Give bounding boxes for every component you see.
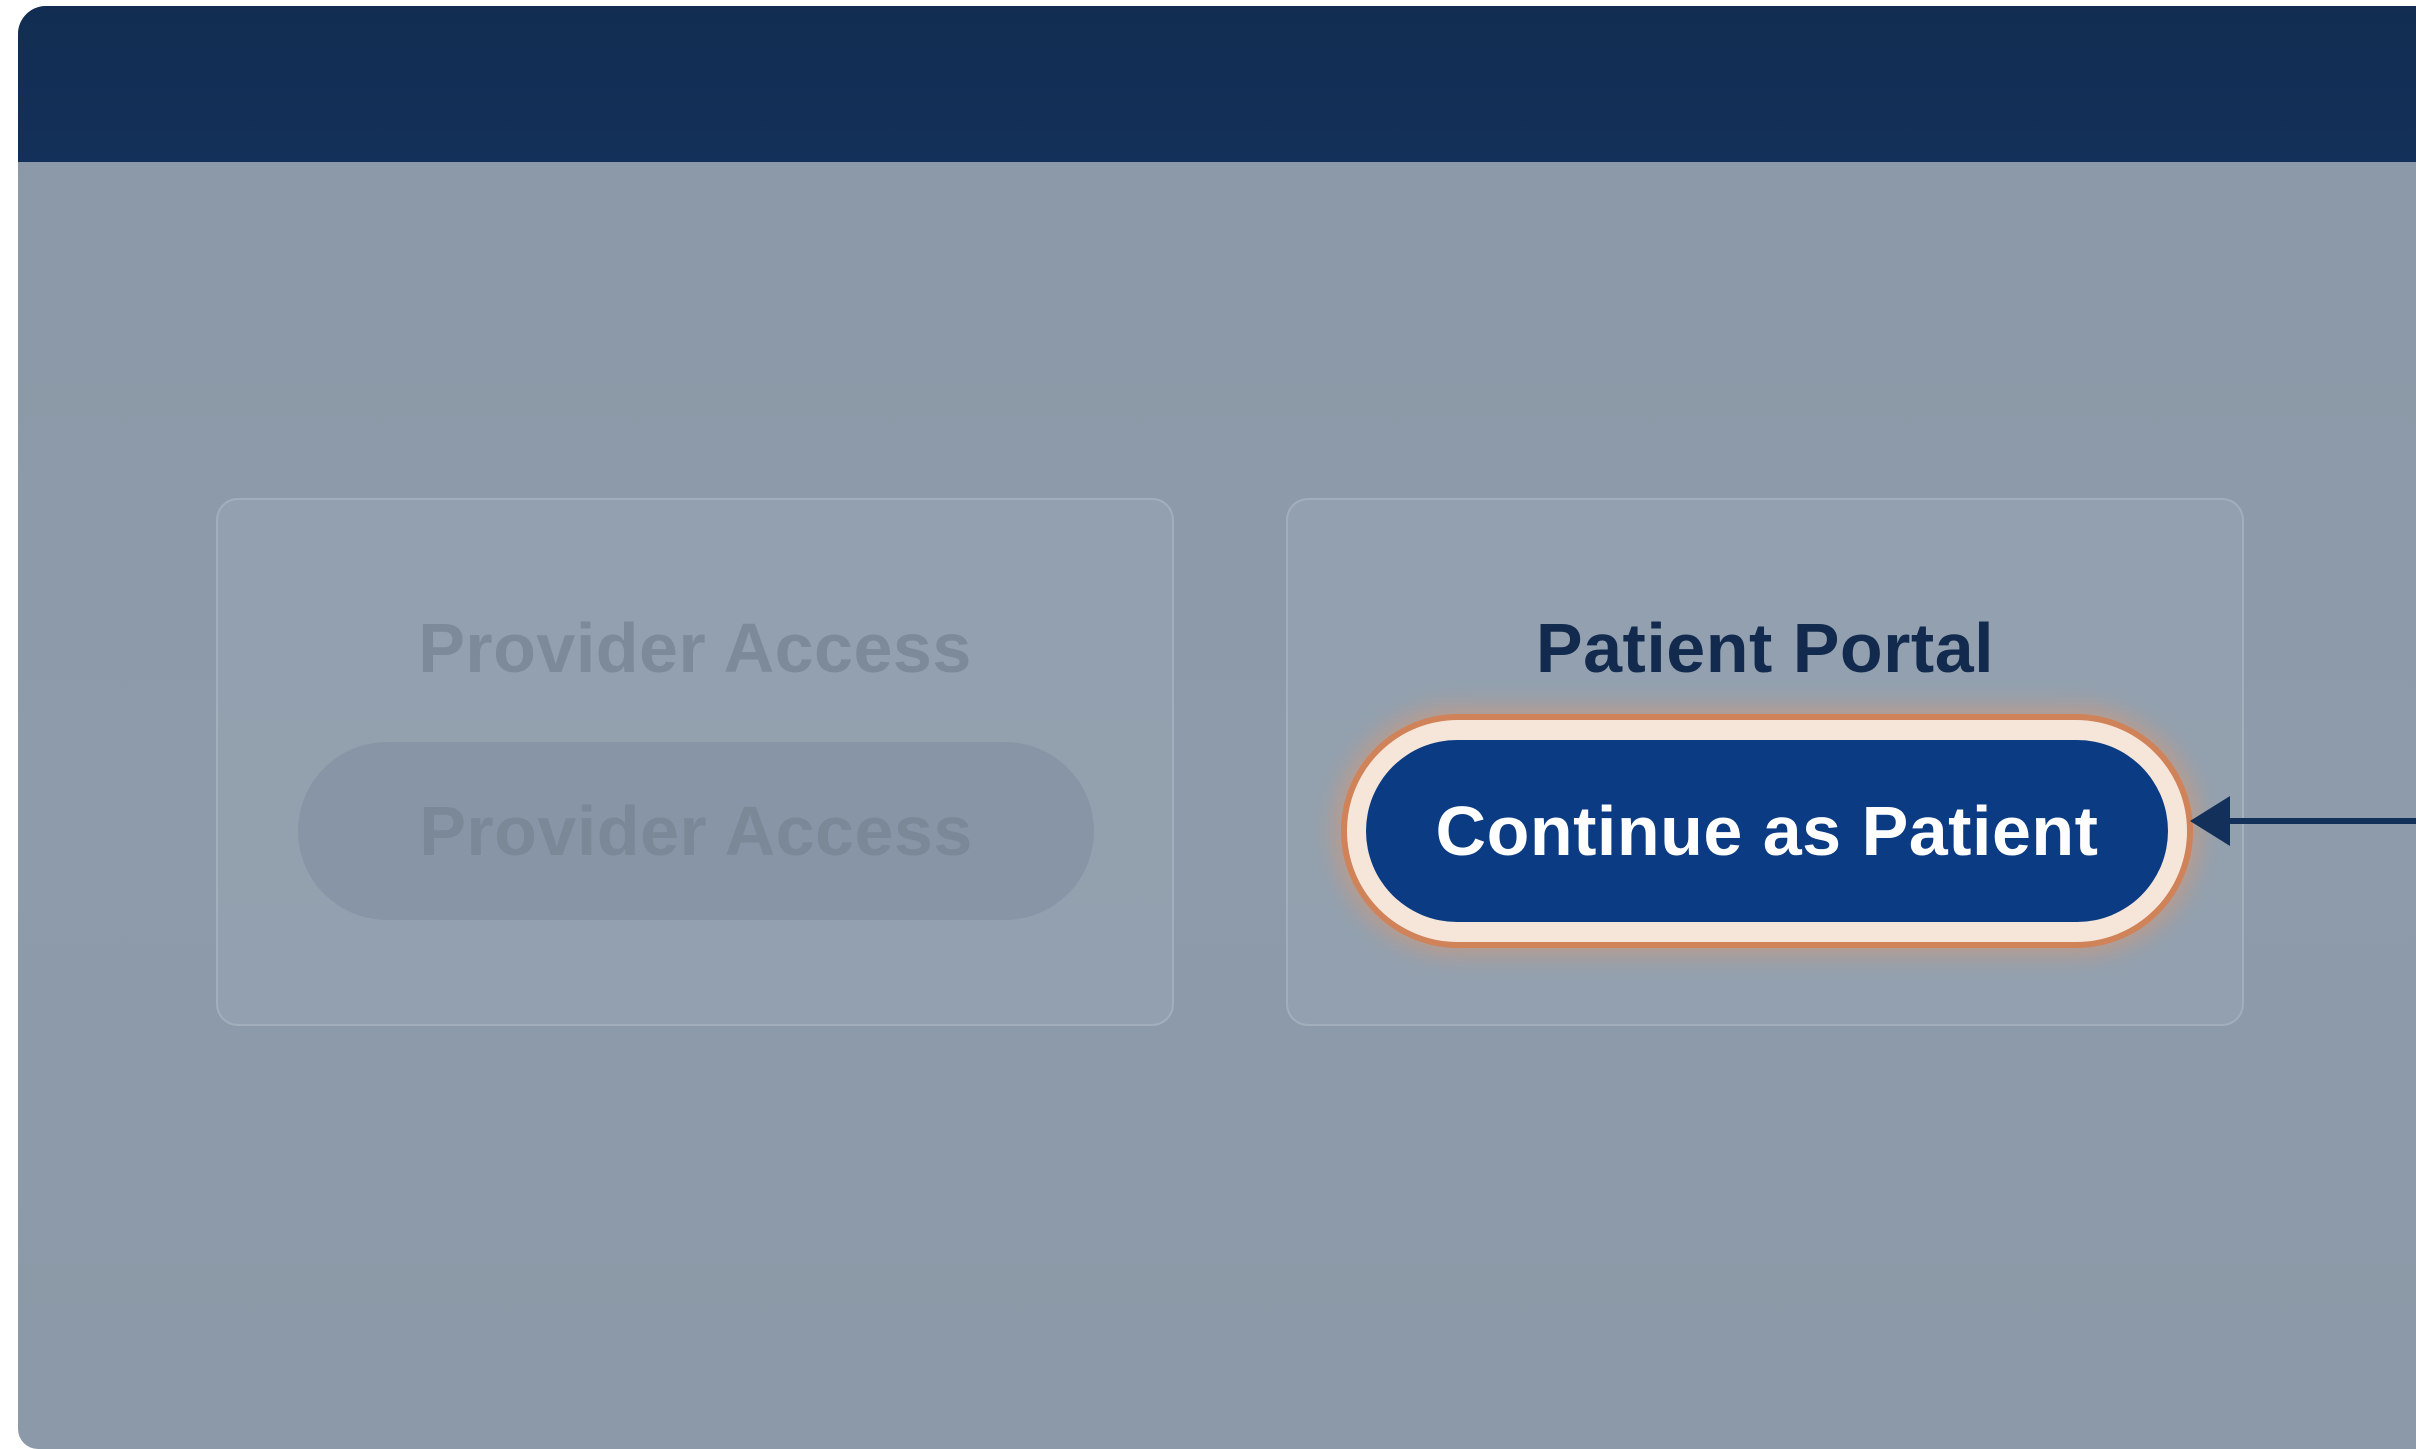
continue-as-patient-button[interactable]: Continue as Patient bbox=[1366, 740, 2168, 922]
arrow-left-icon bbox=[2190, 796, 2416, 846]
patient-card-title: Patient Portal bbox=[1535, 609, 1995, 687]
provider-access-button[interactable]: Provider Access bbox=[298, 742, 1094, 920]
provider-access-card: Provider Access Provider Access bbox=[216, 498, 1174, 1026]
patient-portal-card: Patient Portal Continue as Patient bbox=[1286, 498, 2244, 1026]
app-window: Provider Access Provider Access Patient … bbox=[18, 6, 2416, 1449]
provider-card-title: Provider Access bbox=[418, 609, 972, 687]
header-bar bbox=[18, 6, 2416, 162]
